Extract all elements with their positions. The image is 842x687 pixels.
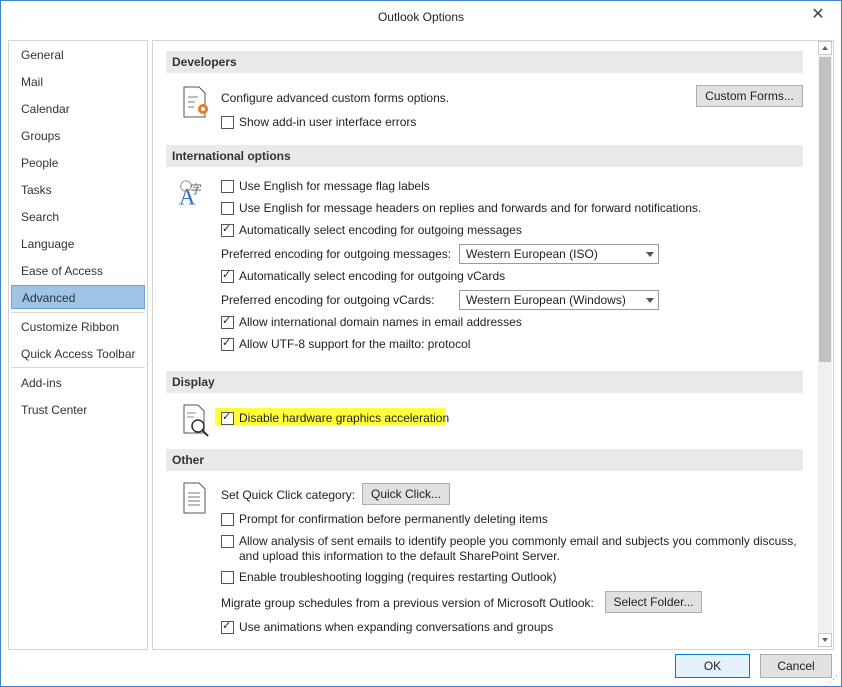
- auto-encoding-messages-label: Automatically select encoding for outgoi…: [239, 223, 522, 237]
- allow-idn-label: Allow international domain names in emai…: [239, 315, 522, 329]
- section-header-international: International options: [166, 145, 803, 167]
- scroll-down-button[interactable]: [818, 633, 832, 647]
- cancel-button[interactable]: Cancel: [760, 654, 832, 678]
- svg-text:字: 字: [190, 182, 201, 196]
- vertical-scrollbar[interactable]: [818, 41, 832, 647]
- scrollbar-thumb[interactable]: [819, 57, 831, 362]
- show-addin-errors-label: Show add-in user interface errors: [239, 115, 417, 129]
- disable-hw-accel-checkbox[interactable]: [221, 410, 234, 425]
- auto-encoding-messages-checkbox[interactable]: [221, 222, 234, 237]
- sidebar-item-ease-of-access[interactable]: Ease of Access: [11, 259, 145, 283]
- scroll-up-button[interactable]: [818, 41, 832, 55]
- sidebar-divider: [11, 367, 145, 368]
- custom-forms-icon: [183, 86, 208, 118]
- section-header-display: Display: [166, 371, 803, 393]
- sidebar-item-calendar[interactable]: Calendar: [11, 97, 145, 121]
- preferred-encoding-vcards-value: Western European (Windows): [466, 293, 626, 307]
- troubleshooting-logging-checkbox[interactable]: [221, 571, 234, 584]
- quick-click-label: Set Quick Click category:: [221, 488, 356, 502]
- sidebar-item-mail[interactable]: Mail: [11, 70, 145, 94]
- window-title: Outlook Options: [377, 10, 465, 24]
- section-header-developers: Developers: [166, 51, 803, 73]
- english-flag-labels-checkbox[interactable]: [221, 180, 234, 193]
- sidebar-item-language[interactable]: Language: [11, 232, 145, 256]
- configure-forms-label: Configure advanced custom forms options.: [221, 91, 450, 105]
- sidebar-item-tasks[interactable]: Tasks: [11, 178, 145, 202]
- disable-hw-accel-label: Disable hardware graphics acceleration: [239, 411, 450, 425]
- other-options-icon: [183, 482, 206, 514]
- display-magnifier-icon: [183, 404, 209, 437]
- sidebar-nav: General Mail Calendar Groups People Task…: [8, 40, 148, 650]
- allow-analysis-label-line1: Allow analysis of sent emails to identif…: [239, 534, 797, 548]
- sidebar-item-general[interactable]: General: [11, 43, 145, 67]
- preferred-encoding-messages-label: Preferred encoding for outgoing messages…: [221, 247, 452, 261]
- preferred-encoding-vcards-select[interactable]: Western European (Windows): [459, 290, 659, 310]
- allow-analysis-label-line2: and upload this information to the defau…: [239, 549, 560, 563]
- resize-grip-icon[interactable]: ⋰: [829, 674, 839, 684]
- prompt-delete-label: Prompt for confirmation before permanent…: [239, 512, 548, 526]
- international-language-icon: A 字: [179, 180, 202, 210]
- preferred-encoding-messages-value: Western European (ISO): [466, 247, 598, 261]
- preferred-encoding-messages-select[interactable]: Western European (ISO): [459, 244, 659, 264]
- select-folder-button[interactable]: Select Folder...: [605, 591, 702, 613]
- close-icon[interactable]: ✕: [809, 6, 827, 24]
- sidebar-item-groups[interactable]: Groups: [11, 124, 145, 148]
- chevron-down-icon: [646, 252, 654, 257]
- prompt-delete-checkbox[interactable]: [221, 513, 234, 526]
- arrow-down-icon: [822, 638, 828, 642]
- sidebar-item-trust-center[interactable]: Trust Center: [11, 398, 145, 422]
- chevron-down-icon: [646, 298, 654, 303]
- sidebar-item-people[interactable]: People: [11, 151, 145, 175]
- english-headers-checkbox[interactable]: [221, 202, 234, 215]
- sidebar-item-advanced[interactable]: Advanced: [11, 285, 145, 309]
- advanced-options-panel: Developers Configure advanced custom for…: [152, 40, 834, 650]
- arrow-up-icon: [822, 46, 828, 50]
- preferred-encoding-vcards-label: Preferred encoding for outgoing vCards:: [221, 293, 435, 307]
- troubleshooting-logging-label: Enable troubleshooting logging (requires…: [239, 570, 557, 584]
- section-header-other: Other: [166, 449, 803, 471]
- allow-utf8-mailto-checkbox[interactable]: [221, 336, 234, 351]
- sidebar-divider: [11, 312, 145, 313]
- use-animations-checkbox[interactable]: [221, 619, 234, 634]
- sidebar-item-add-ins[interactable]: Add-ins: [11, 371, 145, 395]
- english-headers-label: Use English for message headers on repli…: [239, 201, 702, 215]
- auto-encoding-vcards-checkbox[interactable]: [221, 268, 234, 283]
- use-animations-label: Use animations when expanding conversati…: [239, 620, 554, 634]
- quick-click-button[interactable]: Quick Click...: [362, 483, 450, 505]
- allow-utf8-mailto-label: Allow UTF-8 support for the mailto: prot…: [239, 337, 471, 351]
- allow-analysis-checkbox[interactable]: [221, 535, 234, 548]
- allow-idn-checkbox[interactable]: [221, 314, 234, 329]
- show-addin-errors-checkbox[interactable]: [221, 116, 234, 129]
- sidebar-item-quick-access-toolbar[interactable]: Quick Access Toolbar: [11, 342, 145, 366]
- ok-button[interactable]: OK: [675, 654, 750, 678]
- custom-forms-button[interactable]: Custom Forms...: [696, 85, 803, 107]
- sidebar-item-search[interactable]: Search: [11, 205, 145, 229]
- english-flag-labels-label: Use English for message flag labels: [239, 179, 430, 193]
- auto-encoding-vcards-label: Automatically select encoding for outgoi…: [239, 269, 506, 283]
- sidebar-item-customize-ribbon[interactable]: Customize Ribbon: [11, 315, 145, 339]
- migrate-schedules-label: Migrate group schedules from a previous …: [221, 596, 594, 610]
- title-bar: Outlook Options ✕: [1, 1, 841, 33]
